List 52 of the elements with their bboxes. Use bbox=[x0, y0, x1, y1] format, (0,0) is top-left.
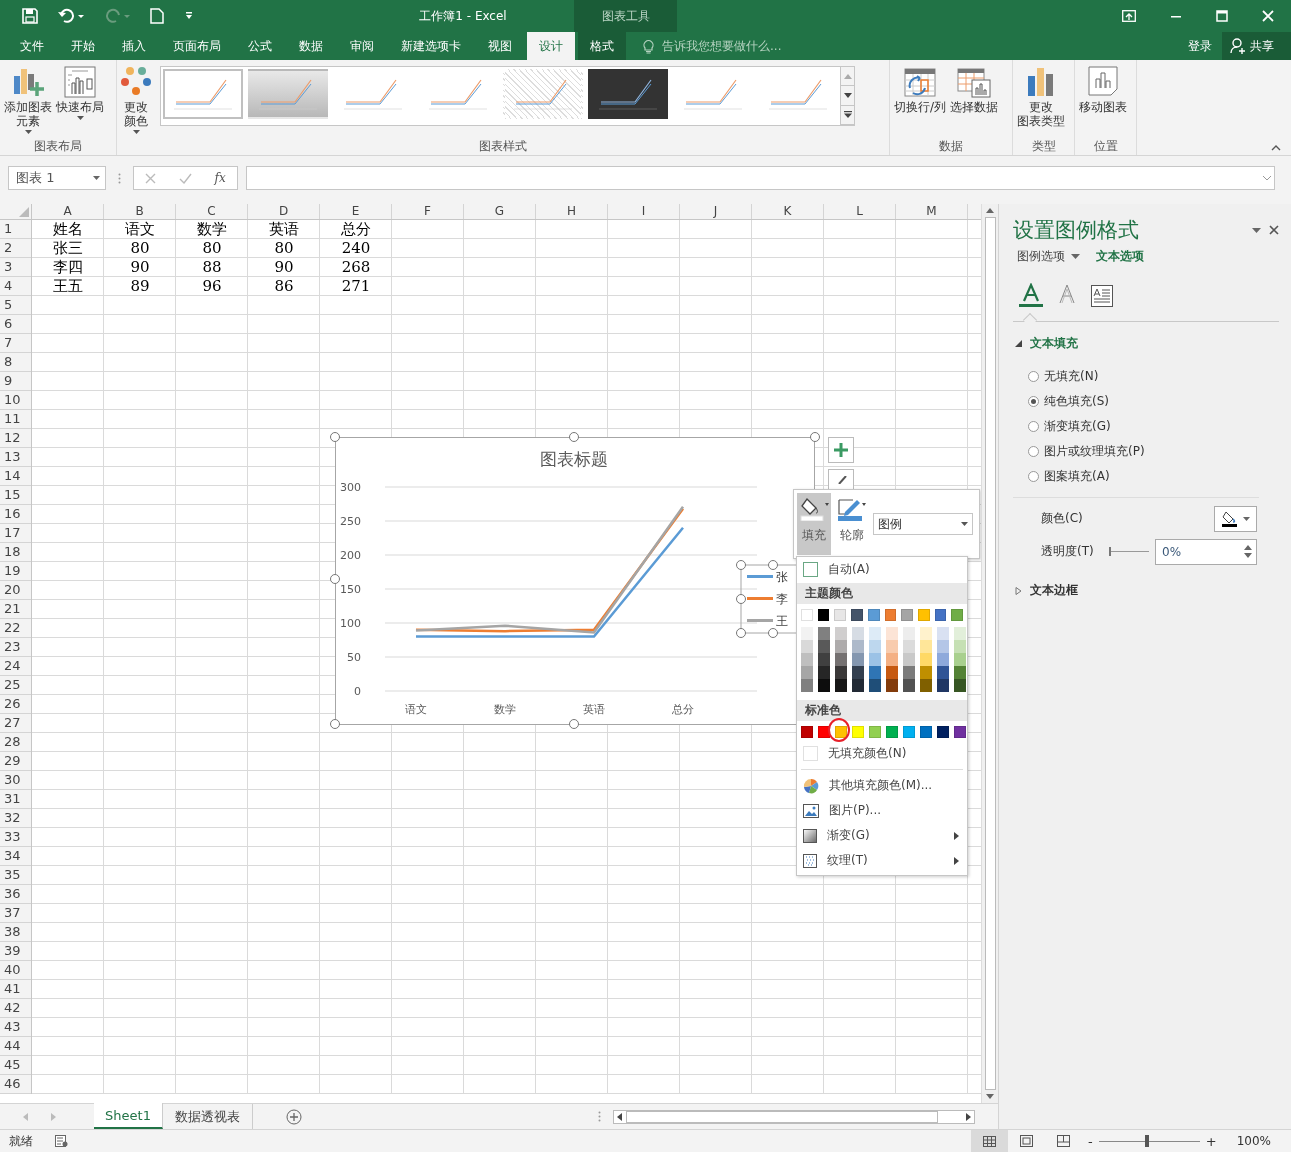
axis-label: 语文 bbox=[405, 703, 427, 716]
transparency-label: 透明度(T) bbox=[1041, 543, 1095, 560]
axis-label: 50 bbox=[347, 651, 361, 664]
radio-label: 渐变填充(G) bbox=[1044, 418, 1111, 435]
table-cell: 271 bbox=[341, 278, 371, 295]
ribbon-group-label: 图表布局 bbox=[33, 138, 83, 155]
window-title: 工作簿1 - Excel bbox=[418, 7, 508, 25]
section-header: 标准色 bbox=[797, 700, 967, 721]
table-cell: 80 bbox=[202, 240, 222, 257]
axis-label: 100 bbox=[340, 617, 361, 630]
axis-label: 150 bbox=[340, 583, 361, 596]
radio-label: 纯色填充(S) bbox=[1044, 393, 1109, 410]
axis-label: 200 bbox=[340, 549, 361, 562]
legend-label: 李 bbox=[776, 592, 788, 606]
radio-label: 无填充(N) bbox=[1044, 368, 1099, 385]
table-cell: 86 bbox=[274, 278, 294, 295]
table-cell: 240 bbox=[341, 240, 371, 257]
section-header: 主题颜色 bbox=[797, 583, 967, 604]
table-cell: 姓名 bbox=[53, 221, 83, 238]
radio-label: 图案填充(A) bbox=[1044, 468, 1110, 485]
table-cell: 96 bbox=[202, 278, 222, 295]
color-label: 颜色(C) bbox=[1041, 510, 1084, 527]
ribbon-group-label: 位置 bbox=[1092, 138, 1119, 155]
table-cell: 语文 bbox=[125, 221, 155, 238]
table-cell: 89 bbox=[130, 278, 150, 295]
table-cell: 总分 bbox=[341, 221, 371, 238]
table-cell: 英语 bbox=[269, 221, 299, 238]
ribbon-group-label: 数据 bbox=[938, 138, 964, 155]
table-cell: 268 bbox=[341, 259, 371, 276]
axis-label: 250 bbox=[340, 515, 361, 528]
legend-label: 张 bbox=[776, 570, 788, 584]
table-cell: 张三 bbox=[53, 240, 83, 257]
table-cell: 80 bbox=[130, 240, 150, 257]
table-cell: 88 bbox=[202, 259, 222, 276]
radio-label: 图片或纹理填充(P) bbox=[1044, 443, 1145, 460]
ribbon-group-label: 类型 bbox=[1030, 138, 1057, 155]
table-cell: 90 bbox=[130, 259, 150, 276]
axis-label: 300 bbox=[340, 481, 361, 494]
contextual-tab-group-label: 图表工具 bbox=[574, 0, 677, 32]
axis-label: 数学 bbox=[494, 703, 516, 716]
axis-label: 0 bbox=[354, 685, 361, 698]
table-cell: 90 bbox=[274, 259, 294, 276]
pane-title: 设置图例格式 bbox=[1013, 217, 1140, 244]
status-text: 就绪 bbox=[9, 1132, 33, 1150]
table-cell: 李四 bbox=[53, 259, 83, 276]
legend-label: 王 bbox=[776, 614, 788, 628]
ribbon-group-label: 图表样式 bbox=[478, 138, 528, 155]
axis-label: 英语 bbox=[583, 703, 605, 716]
table-cell: 数学 bbox=[197, 221, 227, 238]
table-cell: 王五 bbox=[53, 278, 83, 295]
axis-label: 总分 bbox=[672, 703, 694, 716]
table-cell: 80 bbox=[274, 240, 294, 257]
